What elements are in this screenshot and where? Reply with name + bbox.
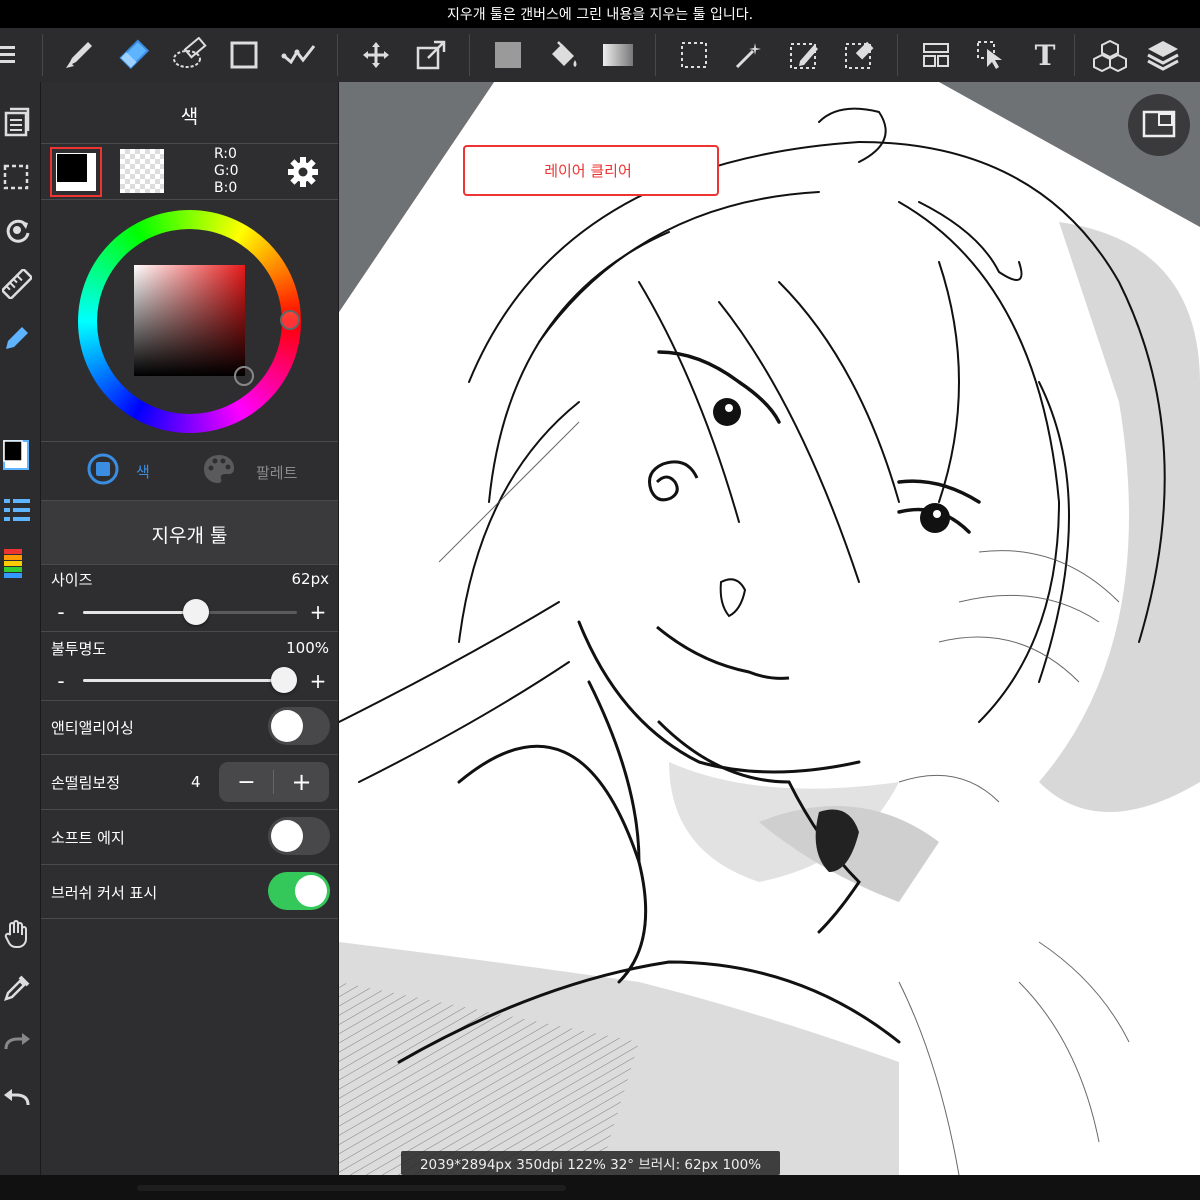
- stabilizer-stepper: − +: [219, 762, 329, 802]
- select-move-icon[interactable]: [970, 34, 1012, 76]
- rgb-r: R:0: [214, 146, 237, 162]
- size-minus-button[interactable]: -: [51, 600, 71, 624]
- layer-clear-toast: 레이어 클리어: [463, 145, 719, 196]
- rgb-g: G:0: [214, 163, 239, 179]
- size-slider[interactable]: [83, 599, 297, 625]
- stabilizer-plus-button[interactable]: +: [274, 762, 329, 802]
- antialias-label: 앤티앨리어싱: [51, 719, 134, 737]
- transform-icon[interactable]: [410, 34, 452, 76]
- eraser-icon[interactable]: [114, 34, 156, 76]
- bucket-icon[interactable]: [542, 34, 584, 76]
- layer-clear-toast-text: 레이어 클리어: [544, 162, 632, 180]
- redo-icon[interactable]: [0, 1022, 34, 1062]
- stabilizer-value: 4: [191, 773, 201, 791]
- primary-color-swatch[interactable]: [50, 147, 102, 197]
- pen-icon[interactable]: [0, 318, 34, 358]
- size-plus-button[interactable]: +: [308, 600, 328, 624]
- brush-cursor-label: 브러쉬 커서 표시: [51, 884, 158, 902]
- sketch-artwork: [339, 82, 1200, 1175]
- color-tab-icon[interactable]: [86, 452, 120, 490]
- soft-edge-label: 소프트 에지: [51, 829, 125, 847]
- palette-tab-label[interactable]: 팔레트: [256, 462, 297, 483]
- magic-wand-icon[interactable]: [728, 34, 770, 76]
- home-indicator[interactable]: [137, 1185, 566, 1191]
- select-pen-icon[interactable]: [783, 34, 825, 76]
- rotate-icon[interactable]: [0, 210, 34, 250]
- transparent-color-swatch[interactable]: [120, 149, 164, 193]
- brush-icon[interactable]: [58, 34, 100, 76]
- tool-hint-text: 지우개 툴은 갠버스에 그린 내용을 지우는 툴 입니다.: [446, 7, 754, 23]
- gradient-icon[interactable]: [597, 34, 639, 76]
- navigator-button[interactable]: [1128, 94, 1190, 156]
- 3d-icon[interactable]: [1089, 34, 1131, 76]
- eraser-panel-title: 지우개 툴: [151, 525, 228, 547]
- left-tool-rail: [0, 82, 41, 1175]
- color-panel-title: 색: [180, 106, 199, 128]
- size-label: 사이즈: [51, 571, 93, 589]
- opacity-label: 불투명도: [51, 640, 107, 658]
- antialias-toggle[interactable]: [268, 707, 330, 745]
- palette-strip-icon[interactable]: [0, 544, 34, 584]
- opacity-plus-button[interactable]: +: [308, 669, 328, 693]
- opacity-value: 100%: [286, 639, 329, 657]
- rgb-b: B:0: [214, 180, 238, 196]
- ruler-icon[interactable]: [0, 264, 34, 304]
- drawing-canvas[interactable]: [339, 82, 1200, 1175]
- select-eraser-icon[interactable]: [838, 34, 880, 76]
- hue-handle[interactable]: [280, 310, 300, 330]
- pages-icon[interactable]: [0, 102, 34, 142]
- panel-layout-icon[interactable]: [915, 34, 957, 76]
- color-swatch-icon[interactable]: [0, 436, 34, 476]
- layers-icon[interactable]: [1142, 34, 1184, 76]
- list-icon[interactable]: [0, 490, 34, 530]
- select-rect-icon[interactable]: [673, 34, 715, 76]
- navigator-icon: [1142, 110, 1176, 138]
- sv-handle[interactable]: [234, 366, 254, 386]
- svg-text:T: T: [1035, 40, 1056, 70]
- rectangle-icon[interactable]: [223, 34, 265, 76]
- rgb-readout: R:0 G:0 B:0: [214, 146, 238, 197]
- settings-panel: 색 R:0 G:0 B:0 색 팔레트 지우개 툴 사이즈 62px - + 불…: [41, 82, 338, 1175]
- saturation-value-square[interactable]: [134, 265, 245, 376]
- lasso-eraser-icon[interactable]: [168, 34, 210, 76]
- color-tab-label[interactable]: 색: [136, 461, 150, 482]
- stabilizer-label: 손떨림보정: [51, 774, 121, 792]
- canvas-status-text: 2039*2894px 350dpi 122% 32° 브러시: 62px 10…: [419, 1157, 762, 1173]
- stabilizer-minus-button[interactable]: −: [219, 762, 274, 802]
- opacity-minus-button[interactable]: -: [51, 669, 71, 693]
- hand-icon[interactable]: [0, 914, 34, 954]
- check-icon[interactable]: [278, 34, 320, 76]
- opacity-slider[interactable]: [83, 667, 297, 693]
- brush-cursor-toggle[interactable]: [268, 872, 330, 910]
- move-icon[interactable]: [355, 34, 397, 76]
- undo-icon[interactable]: [0, 1078, 34, 1118]
- eyedropper-icon[interactable]: [0, 968, 34, 1008]
- soft-edge-toggle[interactable]: [268, 817, 330, 855]
- size-value: 62px: [291, 570, 330, 588]
- fill-color-icon[interactable]: [487, 34, 529, 76]
- tool-hint-bar: 지우개 툴은 갠버스에 그린 내용을 지우는 툴 입니다.: [0, 0, 1200, 28]
- top-toolbar: T: [0, 28, 1200, 82]
- selection-icon[interactable]: [0, 158, 34, 198]
- canvas-status-bar: 2039*2894px 350dpi 122% 32° 브러시: 62px 10…: [401, 1151, 780, 1175]
- palette-icon[interactable]: [201, 452, 237, 490]
- menu-icon[interactable]: [0, 34, 28, 76]
- text-icon[interactable]: T: [1024, 34, 1066, 76]
- gear-icon[interactable]: [286, 155, 320, 193]
